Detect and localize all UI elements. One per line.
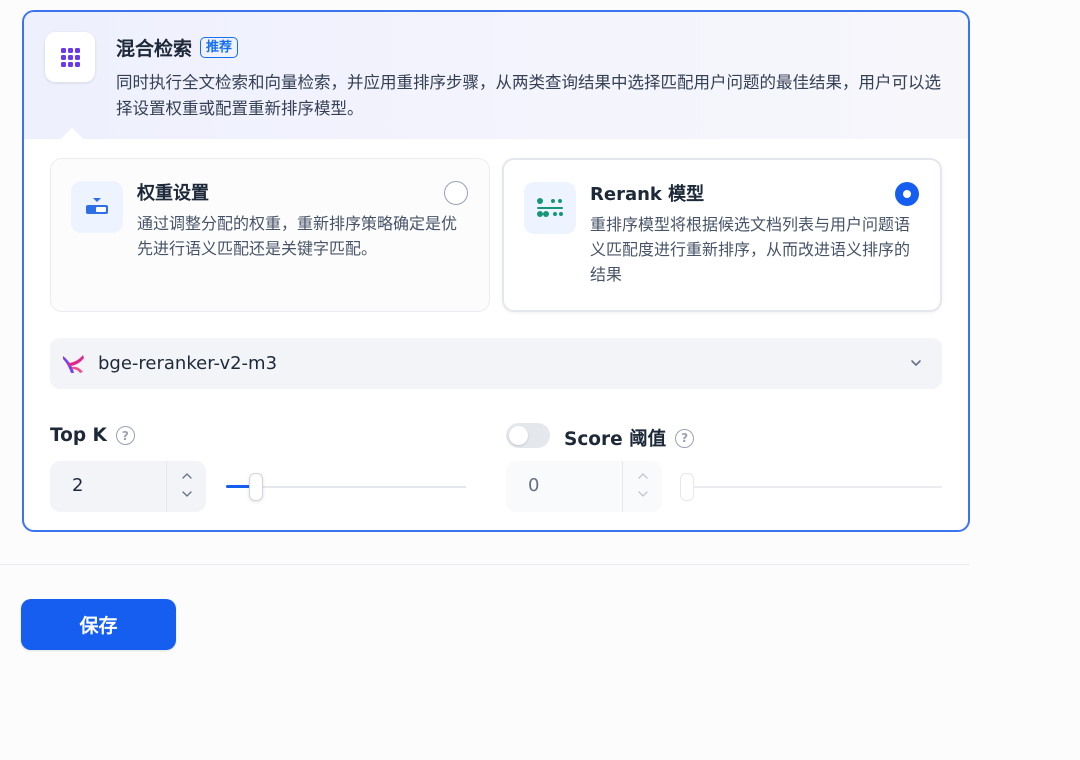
hybrid-search-description: 同时执行全文检索和向量检索，并应用重排序步骤，从两类查询结果中选择匹配用户问题的… (116, 73, 941, 118)
chevron-down-icon[interactable] (181, 489, 193, 499)
score-threshold-input[interactable]: 0 (506, 461, 662, 512)
score-threshold-toggle[interactable] (506, 423, 550, 448)
hybrid-search-title: 混合检索 推荐 (116, 34, 239, 61)
score-threshold-label-text: Score 阈值 (564, 429, 667, 450)
score-threshold-label: Score 阈值 ? (564, 425, 695, 451)
weight-settings-radio[interactable] (444, 181, 468, 205)
hybrid-search-header: 混合检索 推荐 同时执行全文检索和向量检索，并应用重排序步骤，从两类查询结果中选… (24, 12, 968, 139)
rerank-model-radio[interactable] (895, 182, 919, 206)
chevron-up-icon[interactable] (181, 471, 193, 481)
top-k-label-text: Top K (50, 425, 107, 446)
rerank-sliders-icon (524, 182, 576, 234)
rerank-model-select[interactable]: bge-reranker-v2-m3 (50, 338, 942, 389)
recommended-badge: 推荐 (200, 37, 239, 58)
top-k-input[interactable]: 2 (50, 461, 206, 512)
hybrid-search-title-text: 混合检索 (116, 38, 193, 60)
weight-settings-title: 权重设置 (137, 183, 209, 204)
top-k-slider-thumb[interactable] (248, 473, 263, 501)
grid-dots-icon (45, 32, 95, 82)
weight-settings-option[interactable]: 权重设置 通过调整分配的权重，重新排序策略确定是优先进行语义匹配还是关键字匹配。 (50, 158, 490, 312)
save-button[interactable]: 保存 (21, 599, 176, 650)
score-threshold-stepper[interactable] (622, 461, 662, 512)
top-k-label: Top K ? (50, 425, 135, 446)
rerank-model-name: bge-reranker-v2-m3 (98, 353, 278, 374)
score-threshold-slider-track[interactable] (682, 486, 942, 488)
rerank-model-title: Rerank 模型 (590, 184, 705, 205)
model-provider-logo (63, 354, 84, 373)
top-k-help-icon[interactable]: ? (115, 426, 135, 445)
hybrid-search-card[interactable]: 混合检索 推荐 同时执行全文检索和向量检索，并应用重排序步骤，从两类查询结果中选… (22, 10, 970, 532)
rerank-model-description: 重排序模型将根据候选文档列表与用户问题语义匹配度进行重新排序，从而改进语义排序的… (590, 215, 911, 284)
chevron-up-icon[interactable] (637, 471, 649, 481)
rerank-model-option[interactable]: Rerank 模型 重排序模型将根据候选文档列表与用户问题语义匹配度进行重新排序… (502, 158, 942, 312)
weight-settings-description: 通过调整分配的权重，重新排序策略确定是优先进行语义匹配还是关键字匹配。 (137, 214, 458, 258)
score-threshold-value: 0 (528, 475, 540, 496)
chevron-down-icon[interactable] (637, 489, 649, 499)
weight-balance-icon (71, 181, 123, 233)
top-k-stepper[interactable] (166, 461, 206, 512)
score-threshold-slider-thumb[interactable] (680, 473, 694, 501)
footer-divider (0, 564, 970, 565)
score-threshold-help-icon[interactable]: ? (675, 428, 695, 448)
chevron-down-icon (911, 360, 921, 366)
top-k-value: 2 (72, 475, 84, 496)
